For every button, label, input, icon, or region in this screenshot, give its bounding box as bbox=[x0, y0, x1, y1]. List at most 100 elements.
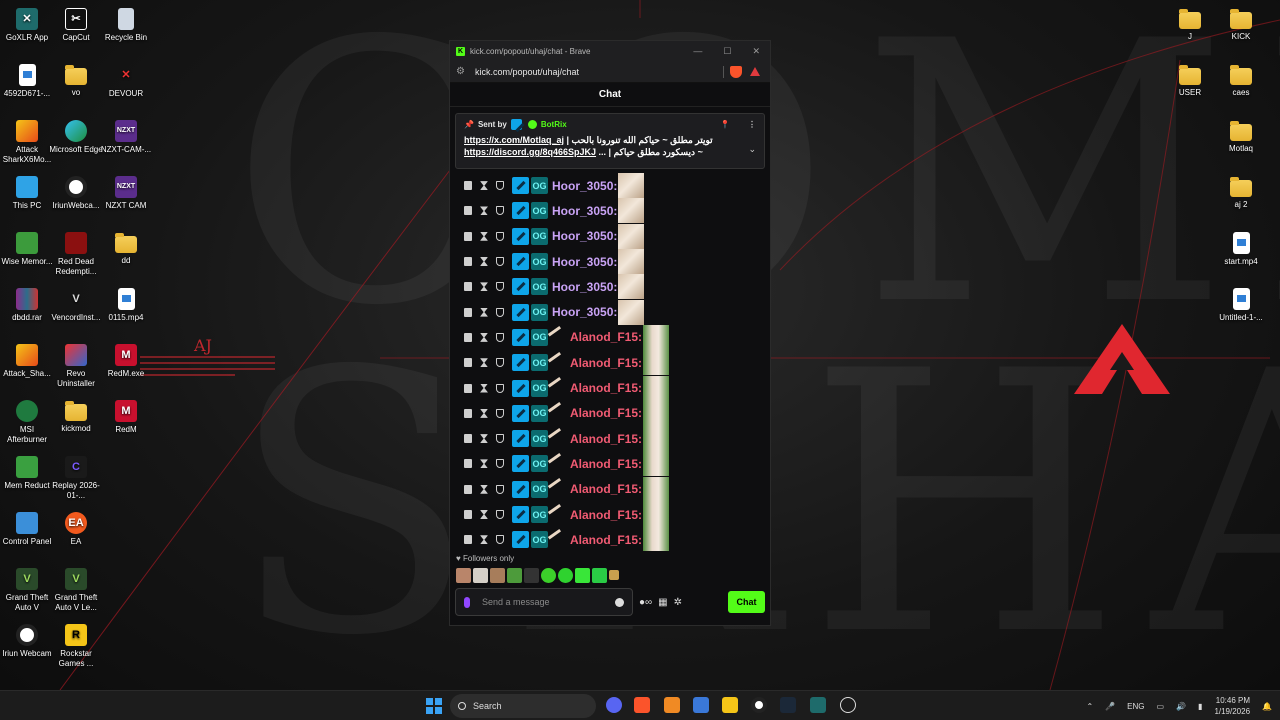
ban-shield-icon[interactable] bbox=[496, 332, 504, 342]
desktop-icon-iriun-webca[interactable]: IriunWebca... bbox=[49, 176, 103, 211]
timeout-icon[interactable] bbox=[480, 307, 488, 317]
chat-message-row[interactable]: OG Alanod_F15: bbox=[450, 502, 770, 527]
taskbar-clock[interactable]: 10:46 PM 1/19/2026 bbox=[1214, 695, 1250, 717]
ban-shield-icon[interactable] bbox=[496, 206, 504, 216]
chat-emote[interactable] bbox=[618, 299, 645, 325]
desktop-icon-nzxt-cam-dots[interactable]: NZXT NZXT-CAM-... bbox=[99, 120, 153, 155]
chat-username[interactable]: Alanod_F15: bbox=[570, 508, 642, 522]
timeout-icon[interactable] bbox=[480, 510, 488, 519]
chat-message-row[interactable]: OG Alanod_F15: bbox=[450, 324, 770, 350]
chat-username[interactable]: Hoor_3050: bbox=[552, 255, 617, 269]
delete-message-icon[interactable] bbox=[464, 408, 472, 418]
desktop-icon-capcut[interactable]: ✂ CapCut bbox=[49, 8, 103, 43]
language-indicator[interactable]: ENG bbox=[1127, 702, 1144, 711]
desktop-icon-devour[interactable]: ✕ DEVOUR bbox=[99, 64, 153, 99]
desktop-icon-redm-exe[interactable]: M RedM.exe bbox=[99, 344, 153, 379]
chat-message-row[interactable]: OG Alanod_F15: bbox=[450, 451, 770, 477]
delete-message-icon[interactable] bbox=[464, 434, 472, 444]
chat-emote[interactable] bbox=[643, 476, 670, 502]
delete-message-icon[interactable] bbox=[464, 282, 472, 292]
windows-start-icon[interactable] bbox=[426, 698, 442, 714]
timeout-icon[interactable] bbox=[480, 206, 488, 216]
ban-shield-icon[interactable] bbox=[496, 510, 504, 519]
chat-username[interactable]: Alanod_F15: bbox=[570, 482, 642, 496]
pinned-message[interactable]: 📌 Sent by BotRix 📍 ⋮ https://x.com/Motla… bbox=[455, 113, 765, 169]
chat-username[interactable]: Alanod_F15: bbox=[570, 457, 642, 471]
emote-quick-6[interactable] bbox=[541, 567, 556, 583]
delete-message-icon[interactable] bbox=[464, 459, 472, 469]
desktop-icon-edge[interactable]: Microsoft Edge bbox=[49, 120, 103, 155]
delete-message-icon[interactable] bbox=[464, 383, 472, 393]
timeout-icon[interactable] bbox=[480, 459, 488, 469]
ban-shield-icon[interactable] bbox=[496, 181, 504, 191]
desktop-icon-kick[interactable]: KICK bbox=[1214, 8, 1268, 42]
ban-shield-icon[interactable] bbox=[496, 307, 504, 317]
goxlr-taskbar-icon[interactable] bbox=[810, 697, 826, 713]
chat-message-row[interactable]: OG Hoor_3050: bbox=[450, 223, 770, 249]
maximize-button[interactable]: ☐ bbox=[723, 46, 731, 57]
desktop-icon-user[interactable]: USER bbox=[1163, 64, 1217, 98]
chevron-up-icon[interactable]: ⌃ bbox=[1086, 702, 1093, 711]
ban-shield-icon[interactable] bbox=[496, 282, 504, 292]
desktop-icon-control-panel[interactable]: Control Panel bbox=[0, 512, 54, 547]
address-bar[interactable]: ⚙ kick.com/popout/uhaj/chat bbox=[450, 61, 770, 83]
chat-messages-area[interactable]: 📌 Sent by BotRix 📍 ⋮ https://x.com/Motla… bbox=[450, 107, 770, 551]
desktop-icon-vo[interactable]: vo bbox=[49, 64, 103, 98]
desktop-icon-motlaq[interactable]: Motlaq bbox=[1214, 120, 1268, 154]
site-info-icon[interactable]: ⚙ bbox=[456, 66, 465, 77]
desktop-icon-caes[interactable]: caes bbox=[1214, 64, 1268, 98]
microphone-icon[interactable] bbox=[464, 596, 470, 608]
window-titlebar[interactable]: K kick.com/popout/uhaj/chat - Brave — ☐ … bbox=[450, 41, 770, 61]
desktop-icon-msi[interactable]: MSI Afterburner bbox=[0, 400, 54, 445]
delete-message-icon[interactable] bbox=[464, 484, 472, 494]
ban-shield-icon[interactable] bbox=[496, 383, 504, 393]
delete-message-icon[interactable] bbox=[464, 510, 472, 519]
clock-app-icon[interactable] bbox=[840, 697, 856, 713]
chat-emote[interactable] bbox=[643, 324, 670, 350]
chat-emote[interactable] bbox=[643, 426, 670, 452]
desktop-icon-j[interactable]: J bbox=[1163, 8, 1217, 42]
desktop-icon-ea[interactable]: EA EA bbox=[49, 512, 103, 547]
iriun-webcam-icon[interactable] bbox=[751, 697, 767, 713]
chat-message-row[interactable]: OG Alanod_F15: bbox=[450, 426, 770, 452]
chat-username[interactable]: Alanod_F15: bbox=[570, 330, 642, 344]
timeout-icon[interactable] bbox=[480, 484, 488, 494]
desktop-icon-gta[interactable]: V Grand Theft Auto V bbox=[0, 568, 54, 613]
brave-rewards-icon[interactable] bbox=[750, 67, 760, 76]
chat-username[interactable]: Alanod_F15: bbox=[570, 406, 642, 420]
chat-emote[interactable] bbox=[643, 451, 670, 477]
more-options-icon[interactable]: ⋮ bbox=[748, 120, 756, 129]
url-text[interactable]: kick.com/popout/uhaj/chat bbox=[475, 67, 579, 77]
notifications-icon[interactable]: 🔔 bbox=[1262, 702, 1272, 711]
loop-icon[interactable]: ●∞ bbox=[639, 597, 652, 608]
chat-emote[interactable] bbox=[618, 274, 645, 300]
ban-shield-icon[interactable] bbox=[496, 231, 504, 241]
ban-shield-icon[interactable] bbox=[496, 484, 504, 494]
ban-shield-icon[interactable] bbox=[496, 358, 504, 368]
desktop-icon-rockstar[interactable]: R Rockstar Games ... bbox=[49, 624, 103, 669]
chat-username[interactable]: Hoor_3050: bbox=[552, 179, 617, 193]
desktop-icon-replay[interactable]: C Replay 2026-01-... bbox=[49, 456, 103, 501]
timeout-icon[interactable] bbox=[480, 282, 488, 292]
chat-username[interactable]: Alanod_F15: bbox=[570, 381, 642, 395]
chat-username[interactable]: Hoor_3050: bbox=[552, 305, 617, 319]
chat-message-input[interactable]: Send a message bbox=[455, 588, 633, 616]
file-explorer-icon[interactable] bbox=[722, 697, 738, 713]
delete-message-icon[interactable] bbox=[464, 181, 472, 191]
discord-icon[interactable] bbox=[606, 697, 622, 713]
chat-emote[interactable] bbox=[618, 198, 645, 224]
ban-shield-icon[interactable] bbox=[496, 459, 504, 469]
desktop-icon-dbdd[interactable]: dbdd.rar bbox=[0, 288, 54, 323]
desktop-icon-gta-le[interactable]: V Grand Theft Auto V Le... bbox=[49, 568, 103, 613]
unpin-icon[interactable]: 📍 bbox=[720, 120, 730, 129]
brave-shield-icon[interactable] bbox=[730, 65, 742, 78]
emote-quick-9[interactable] bbox=[592, 567, 607, 583]
chat-emote[interactable] bbox=[643, 350, 670, 376]
minimize-button[interactable]: — bbox=[693, 46, 702, 57]
emote-quick-3[interactable] bbox=[490, 567, 505, 583]
volume-icon[interactable]: 🔊 bbox=[1176, 702, 1186, 711]
chat-message-row[interactable]: OG Hoor_3050: bbox=[450, 173, 770, 199]
app-orange-icon[interactable] bbox=[664, 697, 680, 713]
send-chat-button[interactable]: Chat bbox=[728, 591, 765, 613]
chat-emote[interactable] bbox=[618, 173, 645, 199]
